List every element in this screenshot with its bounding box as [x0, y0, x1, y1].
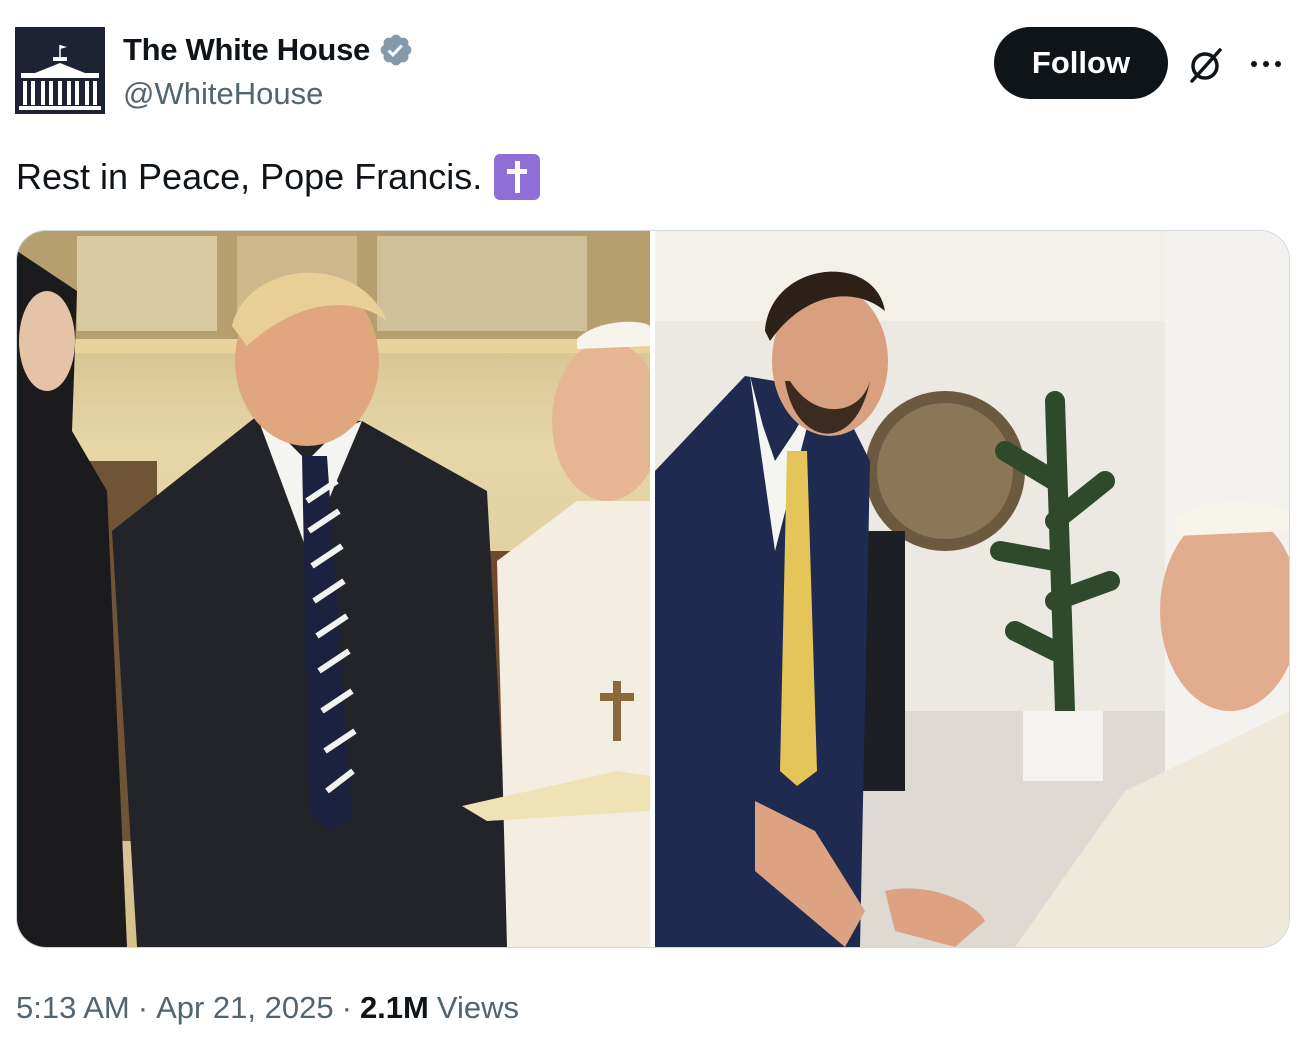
tweet-meta: 5:13 AM · Apr 21, 2025 · 2.1M Views — [16, 990, 519, 1026]
more-options-icon[interactable] — [1248, 55, 1284, 73]
latin-cross-icon — [494, 154, 541, 200]
photo-trump-pope[interactable] — [17, 231, 650, 947]
media-grid — [16, 230, 1290, 948]
meta-separator: · — [137, 990, 149, 1025]
tweet-date[interactable]: Apr 21, 2025 — [156, 990, 334, 1026]
tweet-time[interactable]: 5:13 AM — [16, 990, 130, 1026]
meta-separator: · — [341, 990, 352, 1025]
account-name-row[interactable]: The White House — [123, 30, 414, 70]
views-label: Views — [436, 990, 519, 1025]
handle[interactable]: @WhiteHouse — [123, 76, 323, 112]
avatar[interactable] — [15, 27, 105, 114]
white-house-logo — [15, 27, 105, 114]
verified-badge-icon — [380, 34, 412, 66]
tweet-body: Rest in Peace, Pope Francis. — [16, 156, 483, 197]
tweet-text: Rest in Peace, Pope Francis. — [16, 150, 541, 204]
display-name[interactable]: The White House — [123, 32, 370, 68]
views-count: 2.1M — [359, 990, 429, 1025]
grok-icon[interactable] — [1186, 45, 1226, 85]
follow-button[interactable]: Follow — [994, 27, 1168, 99]
photo-vance-pope[interactable] — [655, 231, 1289, 947]
